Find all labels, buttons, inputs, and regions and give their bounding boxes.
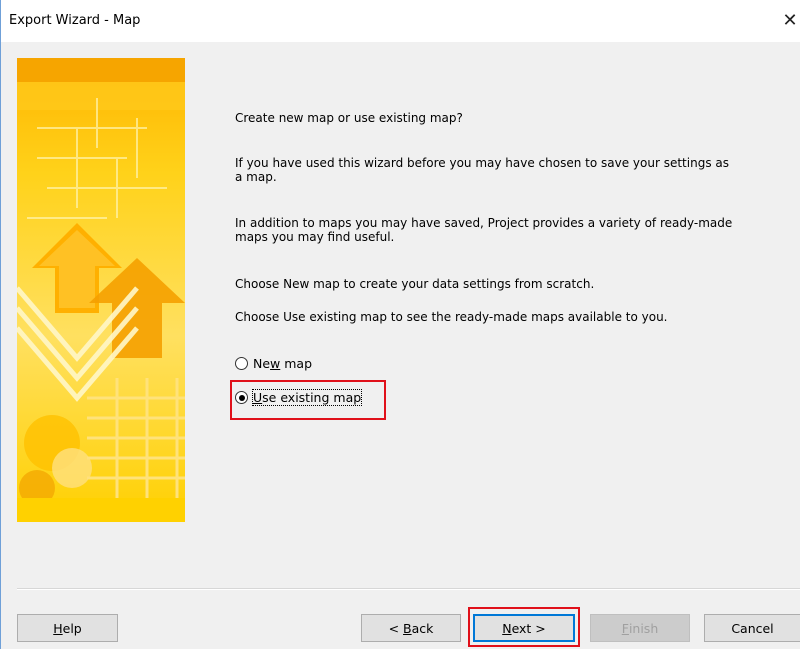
- back-button[interactable]: < Back: [361, 614, 461, 642]
- new-map-option[interactable]: New map: [235, 356, 312, 371]
- paragraph-saved-settings-line1: If you have used this wizard before you …: [235, 156, 729, 170]
- title-bar: Export Wizard - Map ✕: [1, 0, 800, 42]
- export-wizard-dialog: Export Wizard - Map ✕ Create new map or …: [0, 0, 800, 649]
- footer-separator: [17, 588, 800, 590]
- new-map-label[interactable]: New map: [253, 356, 312, 371]
- paragraph-new-map-hint: Choose New map to create your data setti…: [235, 277, 595, 291]
- next-button[interactable]: Next >: [473, 614, 575, 642]
- paragraph-ready-made-line2: maps you may find useful.: [235, 230, 395, 244]
- paragraph-existing-map-hint: Choose Use existing map to see the ready…: [235, 310, 668, 324]
- use-existing-map-highlight: [230, 380, 386, 420]
- paragraph-saved-settings-line2: a map.: [235, 170, 277, 184]
- window-title: Export Wizard - Map: [9, 13, 141, 28]
- help-button[interactable]: Help: [17, 614, 118, 642]
- new-map-radio[interactable]: [235, 357, 248, 370]
- wizard-banner-image: [17, 58, 185, 522]
- finish-button[interactable]: Finish: [590, 614, 690, 642]
- cancel-button[interactable]: Cancel: [704, 614, 800, 642]
- close-icon[interactable]: ✕: [779, 8, 800, 34]
- paragraph-ready-made-line1: In addition to maps you may have saved, …: [235, 216, 733, 230]
- question-text: Create new map or use existing map?: [235, 111, 463, 125]
- banner-artwork: [17, 58, 185, 522]
